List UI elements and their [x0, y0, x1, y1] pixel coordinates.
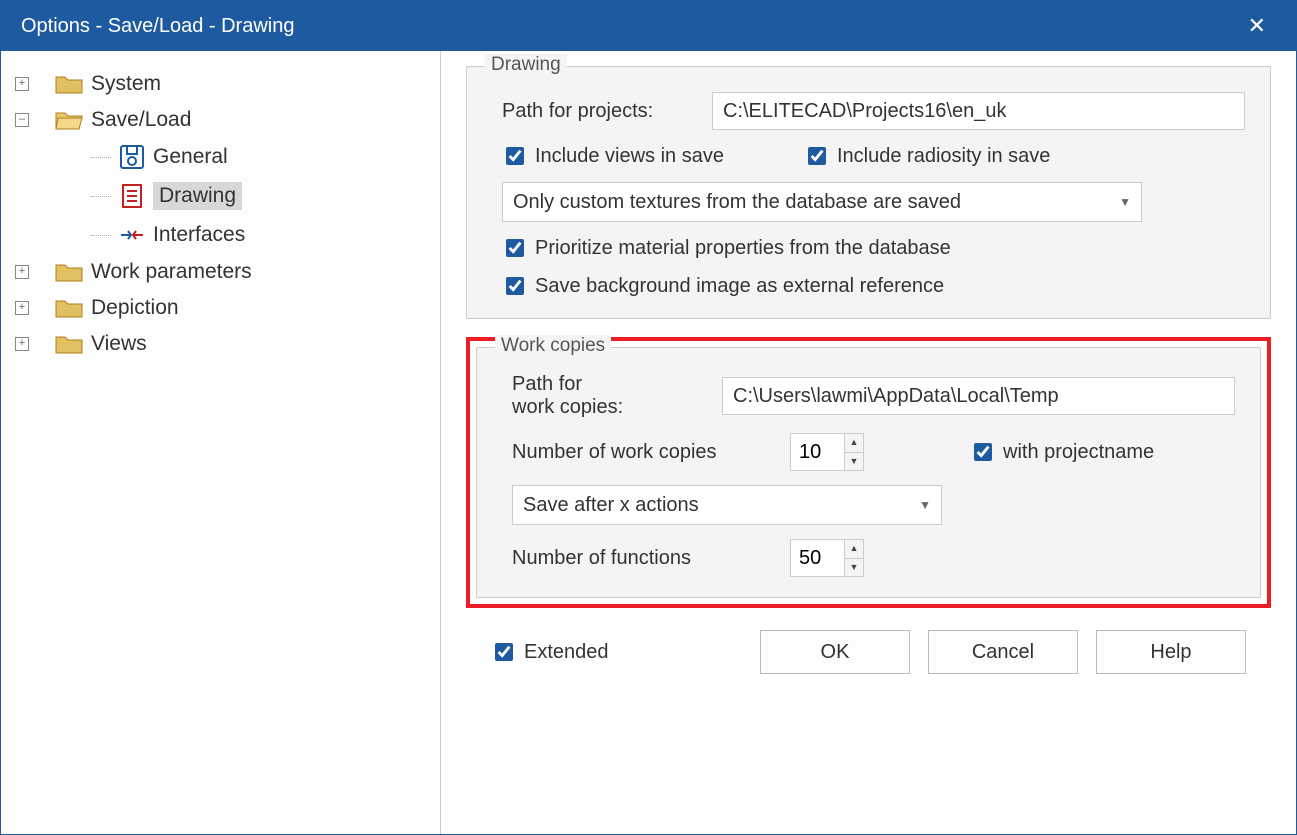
window-title: Options - Save/Load - Drawing: [21, 15, 294, 38]
checkbox-with-projectname-input[interactable]: [974, 443, 992, 461]
dialog-body: + System – Save/Load Gen: [1, 51, 1296, 834]
checkbox-extended[interactable]: Extended: [491, 640, 609, 664]
checkbox-label: Include radiosity in save: [837, 145, 1050, 168]
tree-item-drawing[interactable]: Drawing: [11, 176, 430, 216]
textures-dropdown[interactable]: Only custom textures from the database a…: [502, 182, 1142, 222]
tree-label-selected: Drawing: [153, 182, 242, 210]
checkbox-label: Prioritize material properties from the …: [535, 237, 951, 260]
checkbox-include-views-input[interactable]: [506, 147, 524, 165]
tree-item-views[interactable]: + Views: [11, 326, 430, 362]
collapse-icon[interactable]: –: [15, 113, 29, 127]
tree-item-interfaces[interactable]: Interfaces: [11, 216, 430, 254]
dialog-footer: Extended OK Cancel Help: [466, 622, 1271, 689]
folder-icon: [55, 297, 83, 319]
expand-icon[interactable]: +: [15, 337, 29, 351]
checkbox-include-views[interactable]: Include views in save: [502, 144, 724, 168]
tree-item-workparams[interactable]: + Work parameters: [11, 254, 430, 290]
spin-up-icon[interactable]: ▲: [845, 540, 863, 559]
expand-icon[interactable]: +: [15, 265, 29, 279]
tree-item-system[interactable]: + System: [11, 66, 430, 102]
folder-icon: [55, 73, 83, 95]
chevron-down-icon: ▼: [919, 498, 931, 512]
num-functions-label: Number of functions: [512, 547, 762, 570]
tree-item-general[interactable]: General: [11, 138, 430, 176]
dropdown-value: Save after x actions: [523, 494, 699, 517]
tree-item-saveload[interactable]: – Save/Load: [11, 102, 430, 138]
group-drawing: Drawing Path for projects: Include views…: [466, 66, 1271, 319]
checkbox-label: Include views in save: [535, 145, 724, 168]
save-after-dropdown[interactable]: Save after x actions ▼: [512, 485, 942, 525]
checkbox-with-projectname[interactable]: with projectname: [970, 440, 1154, 464]
cancel-button[interactable]: Cancel: [928, 630, 1078, 674]
checkbox-prioritize-material[interactable]: Prioritize material properties from the …: [502, 236, 951, 260]
checkbox-label: Extended: [524, 641, 609, 664]
titlebar: Options - Save/Load - Drawing ✕: [1, 1, 1296, 51]
close-button[interactable]: ✕: [1238, 9, 1276, 43]
options-dialog: Options - Save/Load - Drawing ✕ + System…: [0, 0, 1297, 835]
path-workcopies-label-2: work copies:: [512, 396, 702, 419]
tree-label: Depiction: [91, 296, 179, 320]
num-workcopies-spin[interactable]: ▲ ▼: [790, 433, 864, 471]
num-workcopies-input[interactable]: [790, 433, 844, 471]
spin-down-icon[interactable]: ▼: [845, 559, 863, 577]
dropdown-value: Only custom textures from the database a…: [513, 191, 961, 214]
ok-button[interactable]: OK: [760, 630, 910, 674]
interfaces-icon: [119, 222, 145, 248]
checkbox-include-radiosity-input[interactable]: [808, 147, 826, 165]
folder-icon: [55, 333, 83, 355]
group-workcopies-title: Work copies: [495, 335, 611, 357]
folder-open-icon: [55, 109, 83, 131]
path-projects-label: Path for projects:: [502, 100, 692, 123]
num-functions-spin[interactable]: ▲ ▼: [790, 539, 864, 577]
num-functions-input[interactable]: [790, 539, 844, 577]
path-projects-input[interactable]: [712, 92, 1245, 130]
tree-label: Work parameters: [91, 260, 252, 284]
path-workcopies-label-1: Path for: [512, 373, 702, 396]
tree-item-depiction[interactable]: + Depiction: [11, 290, 430, 326]
document-icon: [119, 183, 145, 209]
floppy-icon: [119, 144, 145, 170]
spin-up-icon[interactable]: ▲: [845, 434, 863, 453]
folder-icon: [55, 261, 83, 283]
checkbox-include-radiosity[interactable]: Include radiosity in save: [804, 144, 1050, 168]
tree-label: System: [91, 72, 161, 96]
tree-label: General: [153, 145, 228, 169]
tree-label: Views: [91, 332, 147, 356]
checkbox-label: with projectname: [1003, 441, 1154, 464]
tree-connector: [91, 235, 111, 236]
checkbox-save-bgimage[interactable]: Save background image as external refere…: [502, 274, 944, 298]
tree-connector: [91, 196, 111, 197]
highlighted-region: Work copies Path for work copies: Number…: [466, 337, 1271, 608]
expand-icon[interactable]: +: [15, 301, 29, 315]
checkbox-save-bgimage-input[interactable]: [506, 277, 524, 295]
main-panel: Drawing Path for projects: Include views…: [441, 51, 1296, 834]
tree-label: Interfaces: [153, 223, 245, 247]
nav-tree: + System – Save/Load Gen: [1, 51, 441, 834]
tree-connector: [91, 157, 111, 158]
group-drawing-title: Drawing: [485, 54, 567, 76]
num-workcopies-label: Number of work copies: [512, 441, 762, 464]
expand-icon[interactable]: +: [15, 77, 29, 91]
tree-label: Save/Load: [91, 108, 191, 132]
chevron-down-icon: ▼: [1119, 195, 1131, 209]
spin-down-icon[interactable]: ▼: [845, 453, 863, 471]
checkbox-prioritize-input[interactable]: [506, 239, 524, 257]
checkbox-label: Save background image as external refere…: [535, 275, 944, 298]
path-workcopies-input[interactable]: [722, 377, 1235, 415]
group-workcopies: Work copies Path for work copies: Number…: [476, 347, 1261, 598]
checkbox-extended-input[interactable]: [495, 643, 513, 661]
help-button[interactable]: Help: [1096, 630, 1246, 674]
